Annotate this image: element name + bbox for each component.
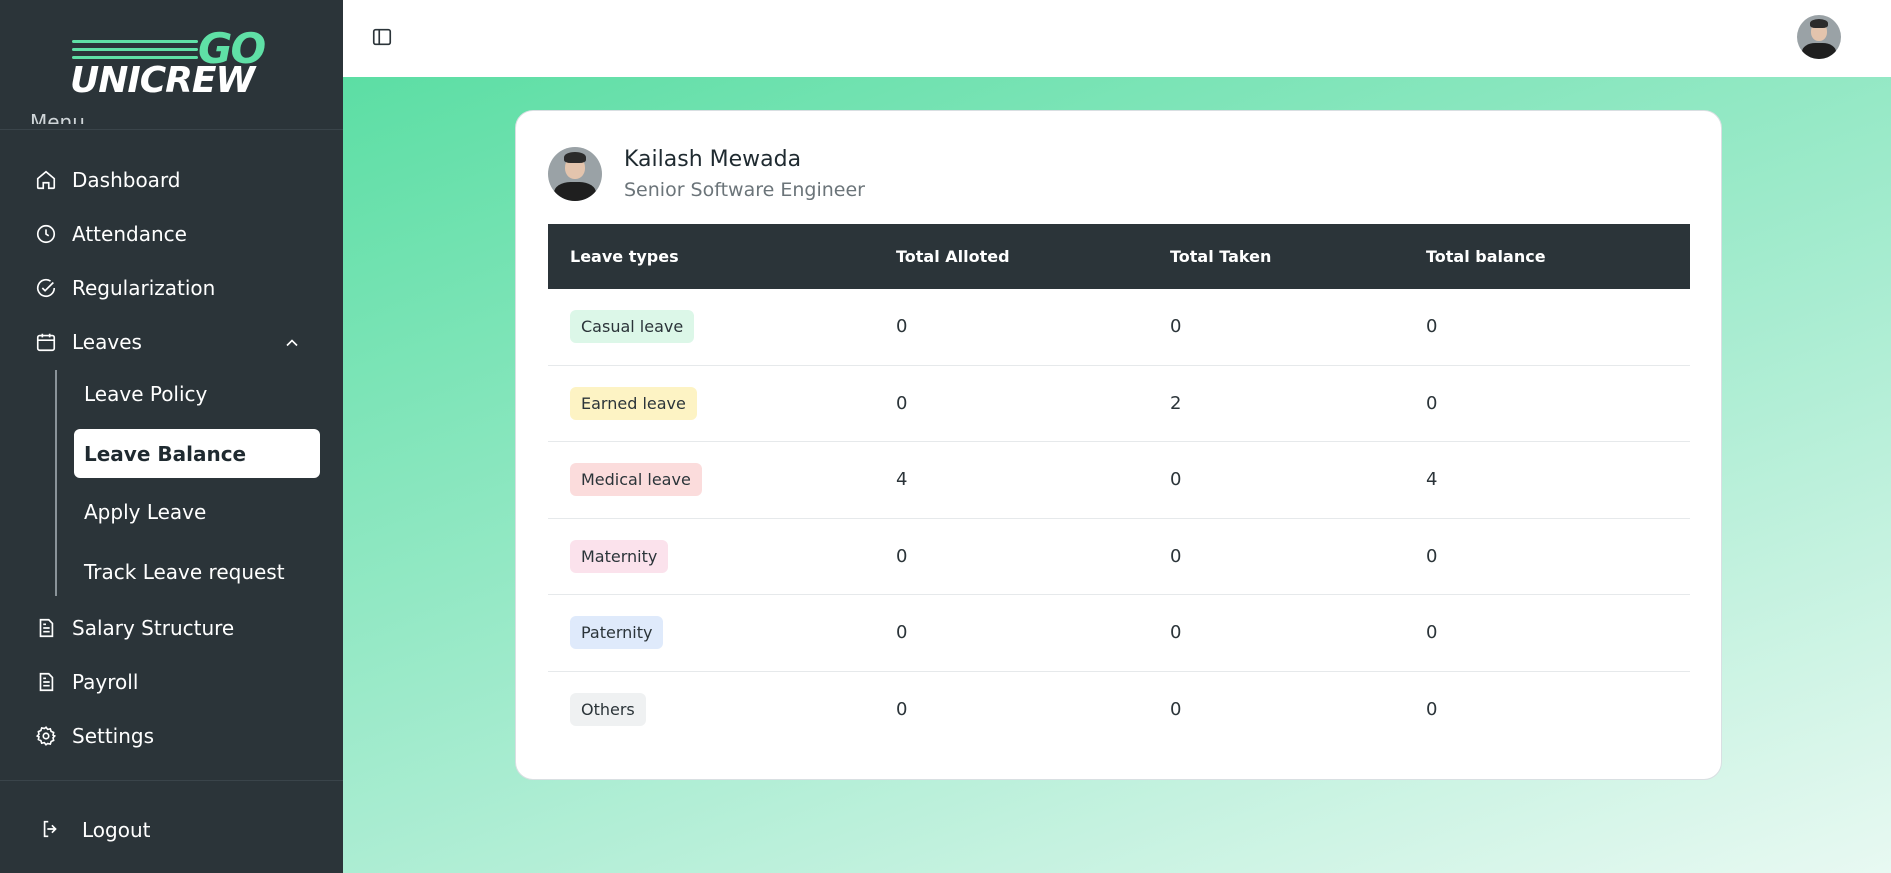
- cell-total-taken: 0: [1170, 316, 1182, 338]
- cell-leave-type: Casual leave: [548, 310, 874, 344]
- sidebar-item-salary-structure[interactable]: Salary Structure: [34, 608, 234, 648]
- sidebar-toggle-icon[interactable]: [371, 26, 393, 48]
- table-body: Casual leave 0 0 0 Earned leave 0 2 0 Medical le…: [548, 289, 1690, 748]
- cell-total-alloted: 0: [896, 316, 908, 338]
- leave-type-badge: Paternity: [570, 616, 664, 650]
- cell-total-balance: 0: [1426, 316, 1438, 338]
- document-icon: [34, 670, 58, 694]
- sidebar-item-label: Dashboard: [72, 168, 181, 192]
- column-header-total-alloted: Total Alloted: [896, 247, 1010, 266]
- sidebar-item-dashboard[interactable]: Dashboard: [34, 160, 181, 200]
- unicrew-logo[interactable]: GO UNICREW: [70, 24, 270, 101]
- table-row: Casual leave 0 0 0: [548, 289, 1690, 366]
- leave-type-badge: Earned leave: [570, 386, 697, 420]
- leave-type-badge: Casual leave: [570, 310, 695, 344]
- sidebar-item-leaves[interactable]: Leaves: [34, 322, 142, 362]
- cell-total-balance: 4: [1426, 469, 1438, 491]
- gear-icon: [34, 724, 58, 748]
- sidebar-subitem-leave-balance[interactable]: Leave Balance: [74, 429, 320, 478]
- logo-unicrew-text: UNICREW: [70, 60, 255, 101]
- leave-type-badge: Others: [570, 693, 646, 727]
- sidebar-item-label: Attendance: [72, 222, 187, 246]
- sidebar: GO UNICREW Menu Dashboard Attendance Reg…: [0, 0, 343, 873]
- column-header-total-taken: Total Taken: [1170, 247, 1272, 266]
- sidebar-item-label: Leaves: [72, 330, 142, 354]
- profile-role: Senior Software Engineer: [624, 179, 865, 201]
- top-header: [343, 0, 1891, 77]
- sidebar-subitem-apply-leave[interactable]: Apply Leave: [84, 492, 206, 532]
- logout-button[interactable]: Logout: [40, 810, 150, 850]
- main-content: Kailash Mewada Senior Software Engineer …: [343, 77, 1891, 873]
- sidebar-item-label: Regularization: [72, 276, 216, 300]
- cell-total-taken: 0: [1170, 545, 1182, 567]
- leave-type-badge: Maternity: [570, 539, 669, 573]
- sidebar-item-attendance[interactable]: Attendance: [34, 214, 187, 254]
- table-row: Earned leave 0 2 0: [548, 366, 1690, 442]
- cell-total-alloted: 0: [896, 392, 908, 414]
- submenu-line: [55, 370, 57, 596]
- table-row: Others 0 0 0: [548, 672, 1690, 749]
- leave-balance-table: Leave types Total Alloted Total Taken To…: [548, 224, 1690, 748]
- cell-total-alloted: 4: [896, 469, 908, 491]
- calendar-icon: [34, 330, 58, 354]
- sidebar-subitem-leave-policy[interactable]: Leave Policy: [84, 374, 207, 414]
- cell-total-taken: 0: [1170, 699, 1182, 721]
- logout-divider: [0, 780, 343, 781]
- column-header-leave-types: Leave types: [570, 247, 679, 266]
- check-circle-icon: [34, 276, 58, 300]
- document-icon: [34, 616, 58, 640]
- cell-total-balance: 0: [1426, 392, 1438, 414]
- cell-leave-type: Maternity: [548, 539, 874, 573]
- cell-total-alloted: 0: [896, 545, 908, 567]
- table-header: Leave types Total Alloted Total Taken To…: [548, 224, 1690, 289]
- cell-leave-type: Medical leave: [548, 463, 874, 497]
- sidebar-item-label: Salary Structure: [72, 616, 235, 640]
- table-row: Medical leave 4 0 4: [548, 442, 1690, 519]
- column-header-total-balance: Total balance: [1426, 247, 1546, 266]
- sidebar-item-label: Payroll: [72, 670, 139, 694]
- profile-name: Kailash Mewada: [624, 147, 802, 172]
- table-row: Maternity 0 0 0: [548, 519, 1690, 595]
- cell-leave-type: Paternity: [548, 616, 874, 650]
- leave-type-badge: Medical leave: [570, 463, 702, 497]
- sidebar-item-payroll[interactable]: Payroll: [34, 662, 138, 702]
- cell-total-taken: 2: [1170, 392, 1182, 414]
- sidebar-item-regularization[interactable]: Regularization: [34, 268, 215, 308]
- sidebar-item-label: Settings: [72, 724, 155, 748]
- cell-total-alloted: 0: [896, 699, 908, 721]
- cell-total-taken: 0: [1170, 622, 1182, 644]
- cell-total-taken: 0: [1170, 469, 1182, 491]
- cell-total-balance: 0: [1426, 545, 1438, 567]
- home-icon: [34, 168, 58, 192]
- chevron-up-icon[interactable]: [282, 333, 302, 353]
- cell-leave-type: Others: [548, 693, 874, 727]
- logo-area: GO UNICREW: [0, 0, 343, 130]
- leave-balance-card: Kailash Mewada Senior Software Engineer …: [515, 110, 1722, 780]
- table-row: Paternity 0 0 0: [548, 595, 1690, 672]
- cell-total-alloted: 0: [896, 622, 908, 644]
- sidebar-subitem-track-leave-request[interactable]: Track Leave request: [84, 552, 285, 592]
- cell-total-balance: 0: [1426, 699, 1438, 721]
- cell-leave-type: Earned leave: [548, 386, 874, 420]
- logout-label: Logout: [82, 818, 151, 842]
- profile-avatar: [548, 147, 602, 201]
- user-avatar[interactable]: [1797, 15, 1841, 59]
- clock-icon: [34, 222, 58, 246]
- sidebar-item-settings[interactable]: Settings: [34, 716, 154, 756]
- cell-total-balance: 0: [1426, 622, 1438, 644]
- logout-icon: [40, 818, 64, 842]
